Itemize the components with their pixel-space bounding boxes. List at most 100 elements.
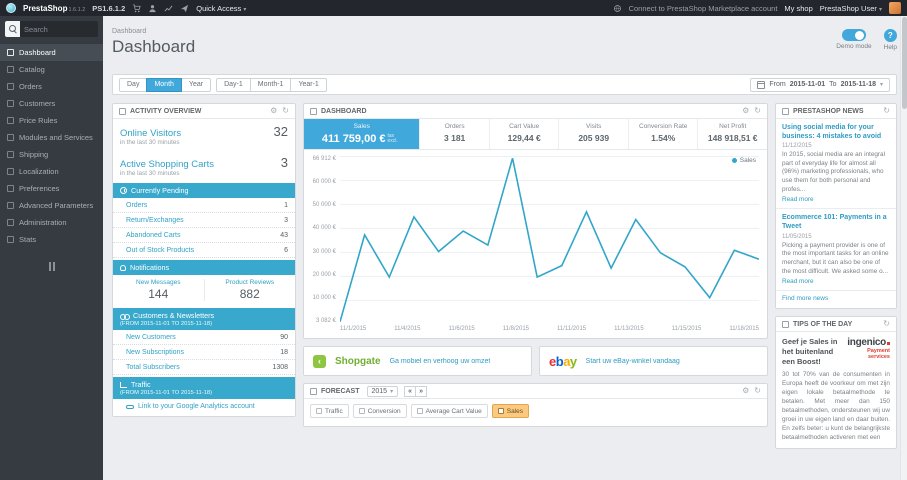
customers-row: New Customers 90 [113,330,295,345]
new-customers-link[interactable]: New Customers [126,334,176,341]
chart-icon[interactable] [164,4,173,13]
sales-chart: 66 912 €60 000 € 50 000 €40 000 € 30 000… [304,150,767,338]
next-year-button[interactable]: » [415,385,428,397]
sidebar-item-orders[interactable]: Orders [0,78,103,95]
activity-panel-title: ACTIVITY OVERVIEW [130,107,202,115]
legend-sales[interactable]: Sales [491,404,529,418]
abandoned-carts-link[interactable]: Abandoned Carts [126,232,180,239]
range-button-month[interactable]: Month [146,77,182,92]
breadcrumb[interactable]: Dashboard [112,28,195,35]
customers-row: Total Subscribers 1308 [113,360,295,375]
sidebar-item-dashboard[interactable]: Dashboard [0,44,103,61]
article-title-link[interactable]: Using social media for your business: 4 … [782,123,890,141]
pending-row: Out of Stock Products 6 [113,243,295,258]
date-range-picker[interactable]: From 2015-11-01 To 2015-11-18 ▾ [750,77,890,92]
kpi-sales[interactable]: Sales 411 759,00 € tax excl. [304,119,421,149]
returns-link[interactable]: Return/Exchanges [126,217,184,224]
customers-icon [7,100,14,107]
kpi-cart-value[interactable]: Cart Value 129,44 € [490,119,560,149]
kpi-net-profit[interactable]: Net Profit 148 918,51 € [698,119,767,149]
activity-panel-icon [119,107,126,115]
user-menu[interactable]: PrestaShop User ▾ [820,4,882,13]
prestashop-news-panel: PRESTASHOP NEWS ↻ Using social media for… [775,103,897,310]
sidebar-item-stats[interactable]: Stats [0,231,103,248]
product-reviews-link[interactable]: Product Reviews 882 [203,279,296,301]
avatar[interactable] [889,2,901,14]
news-panel-title: PRESTASHOP NEWS [793,107,864,115]
marketplace-link[interactable]: Connect to PrestaShop Marketplace accoun… [629,4,778,13]
out-of-stock-link[interactable]: Out of Stock Products [126,247,194,254]
search-button[interactable] [5,21,20,37]
gear-icon[interactable]: ⚙ [742,107,749,115]
article-date: 11/12/2015 [782,143,812,150]
article-title-link[interactable]: Ecommerce 101: Payments in a Tweet [782,213,890,231]
find-more-news-link[interactable]: Find more news [776,291,896,308]
sidebar-item-advanced-parameters[interactable]: Advanced Parameters [0,197,103,214]
sidebar-item-shipping[interactable]: Shipping [0,146,103,163]
kpi-conversion-rate[interactable]: Conversion Rate 1.54% [629,119,699,149]
sidebar-item-administration[interactable]: Administration [0,214,103,231]
legend-average-cart-value[interactable]: Average Cart Value [410,404,488,418]
range-button-year-1[interactable]: Year-1 [290,77,327,92]
online-visitors-link[interactable]: Online Visitors [120,128,181,139]
person-icon[interactable] [148,4,157,13]
range-button-day[interactable]: Day [119,77,148,92]
new-subscriptions-link[interactable]: New Subscriptions [126,349,184,356]
search-icon [8,25,17,33]
range-button-month-1[interactable]: Month-1 [249,77,292,92]
quick-access-menu[interactable]: Quick Access ▾ [196,4,246,13]
new-messages-link[interactable]: New Messages 144 [113,279,204,301]
help-button[interactable]: ? [883,29,897,42]
year-select[interactable]: 2015 ▾ [366,385,399,397]
search-input[interactable] [20,24,98,34]
gear-icon[interactable]: ⚙ [270,107,277,115]
scrollbar-thumb[interactable] [902,17,907,109]
forecast-panel: FORECAST 2015 ▾ « » ⚙ ↻ Traffic Conversi… [303,383,768,427]
ingenico-dot-icon [887,342,890,346]
traffic-header: Traffic (FROM 2015-11-01 TO 2015-11-18) [113,377,295,399]
sidebar-item-catalog[interactable]: Catalog [0,61,103,78]
my-shop-link[interactable]: My shop [784,4,812,13]
active-carts-link[interactable]: Active Shopping Carts [120,159,214,170]
refresh-icon[interactable]: ↻ [754,387,761,395]
cart-icon[interactable] [132,3,141,13]
legend-traffic[interactable]: Traffic [310,404,349,418]
sales-line-svg [340,156,759,324]
legend-conversion[interactable]: Conversion [352,404,407,418]
range-button-year[interactable]: Year [180,77,212,92]
read-more-link[interactable]: Read more [782,196,890,203]
gear-icon[interactable]: ⚙ [742,387,749,395]
tips-of-the-day-panel: TIPS OF THE DAY ↻ Geef je Sales in het b… [775,316,897,450]
notifications-header: Notifications [113,260,295,275]
kpi-orders[interactable]: Orders 3 181 [420,119,490,149]
legend-label: Sales [739,157,756,164]
kpi-visits[interactable]: Visits 205 939 [559,119,629,149]
chevron-down-icon: ▾ [243,6,247,13]
total-subscribers-link[interactable]: Total Subscribers [126,364,180,371]
range-button-day-1[interactable]: Day-1 [216,77,251,92]
advanced-parameters-icon [7,202,14,209]
google-analytics-link[interactable]: Link to your Google Analytics account [113,399,295,416]
clock-icon [120,187,127,194]
shop-name-link[interactable]: PS1.6.1.2 [92,4,125,13]
orders-icon [7,83,14,90]
refresh-icon[interactable]: ↻ [282,107,289,115]
orders-link[interactable]: Orders [126,202,147,209]
sidebar-item-preferences[interactable]: Preferences [0,180,103,197]
sidebar-item-price-rules[interactable]: Price Rules [0,112,103,129]
rocket-icon[interactable] [180,4,189,13]
refresh-icon[interactable]: ↻ [883,107,890,115]
ebay-link[interactable]: Start uw eBay-winkel vandaag [586,358,680,365]
sidebar-item-modules[interactable]: Modules and Services [0,129,103,146]
sidebar-collapse-button[interactable] [48,262,55,271]
sidebar-item-customers[interactable]: Customers [0,95,103,112]
sidebar-item-localization[interactable]: Localization [0,163,103,180]
refresh-icon[interactable]: ↻ [754,107,761,115]
forecast-legend: Traffic Conversion Average Cart Value Sa… [304,399,767,426]
shopgate-link[interactable]: Ga mobiel en verhoog uw omzet [390,358,491,365]
chevron-down-icon: ▾ [390,388,394,395]
read-more-link[interactable]: Read more [782,278,890,285]
refresh-icon[interactable]: ↻ [883,320,890,328]
demo-mode-toggle[interactable] [841,29,866,41]
chart-legend[interactable]: Sales [731,157,756,164]
